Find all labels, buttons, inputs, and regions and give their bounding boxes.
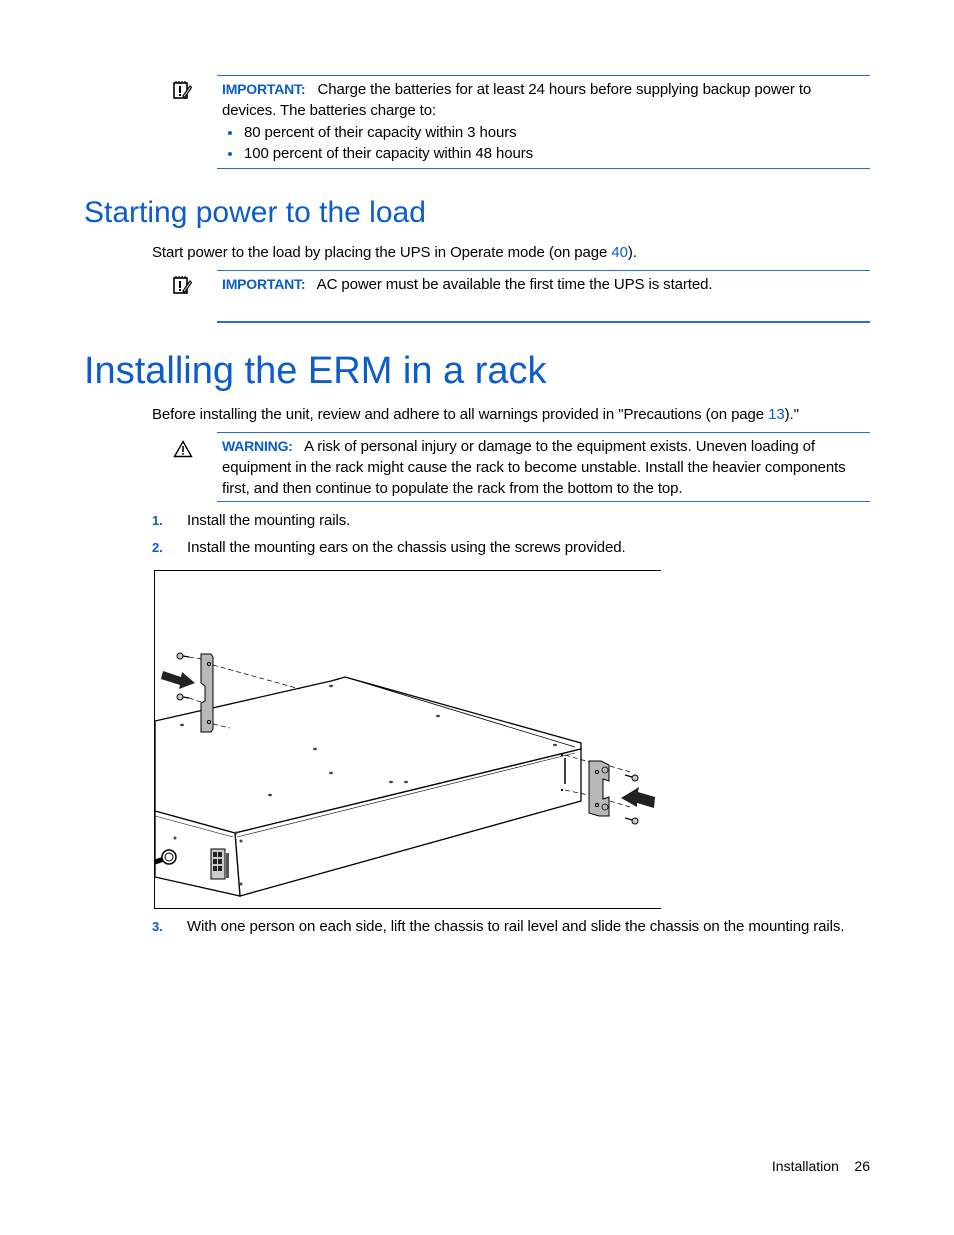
note-top-rule	[217, 270, 870, 271]
warning-note: WARNING: A risk of personal injury or da…	[222, 436, 870, 499]
note-text: first, and then continue to populate the…	[222, 480, 683, 497]
section-heading: Installing the ERM in a rack	[84, 350, 547, 392]
bullet-list: 80 percent of their capacity within 3 ho…	[222, 122, 870, 164]
note-text: A risk of personal injury or damage to t…	[304, 438, 815, 455]
paragraph-text: ).	[627, 244, 637, 261]
important-note-2: IMPORTANT: AC power must be available th…	[222, 274, 713, 295]
arrow-icon	[161, 671, 195, 689]
warning-triangle-icon	[173, 440, 193, 458]
note-text: equipment in the rack might cause the ra…	[222, 459, 846, 476]
page-number: 26	[854, 1158, 870, 1174]
section-paragraph: Before installing the unit, review and a…	[152, 404, 799, 425]
step-text: With one person on each side, lift the c…	[187, 918, 845, 935]
page-link[interactable]: 40	[611, 244, 628, 261]
section-heading: Starting power to the load	[84, 196, 426, 229]
step-text: Install the mounting ears on the chassis…	[187, 539, 626, 556]
step-text: Install the mounting rails.	[187, 512, 351, 529]
paragraph-text: )."	[784, 406, 799, 423]
right-mounting-ear	[588, 760, 610, 817]
page-footer: Installation 26	[772, 1158, 870, 1174]
list-item: 80 percent of their capacity within 3 ho…	[222, 122, 870, 143]
step-number: 2.	[152, 540, 163, 555]
screw-icon	[631, 817, 639, 825]
note-text: Charge the batteries for at least 24 hou…	[317, 81, 812, 98]
important-note-icon	[173, 276, 192, 294]
step-number: 3.	[152, 919, 163, 934]
list-item: 100 percent of their capacity within 48 …	[222, 143, 870, 164]
note-text-cont: devices. The batteries charge to:	[222, 102, 437, 119]
note-text: AC power must be available the first tim…	[316, 276, 713, 293]
important-note-1: IMPORTANT: Charge the batteries for at l…	[222, 79, 870, 164]
arrow-icon	[621, 787, 655, 808]
note-top-rule	[217, 75, 870, 76]
chassis-illustration	[154, 652, 655, 897]
note-top-rule	[217, 432, 870, 433]
important-label: IMPORTANT:	[222, 276, 306, 292]
page-link[interactable]: 13	[768, 406, 785, 423]
important-label: IMPORTANT:	[222, 81, 306, 97]
note-bottom-rule	[217, 321, 870, 323]
screw-icon	[176, 693, 184, 701]
note-bottom-rule	[217, 168, 870, 169]
important-note-icon	[173, 81, 192, 99]
paragraph-text: Start power to the load by placing the U…	[152, 244, 612, 261]
section-paragraph: Start power to the load by placing the U…	[152, 242, 637, 263]
note-bottom-rule	[217, 501, 870, 502]
paragraph-text: Before installing the unit, review and a…	[152, 406, 769, 423]
footer-section: Installation	[771, 1158, 839, 1174]
screw-icon	[176, 652, 184, 660]
left-mounting-ear	[200, 653, 214, 733]
figure-mounting-ears	[154, 570, 661, 909]
warning-label: WARNING:	[222, 438, 293, 454]
step-number: 1.	[152, 513, 163, 528]
screw-icon	[631, 774, 639, 782]
